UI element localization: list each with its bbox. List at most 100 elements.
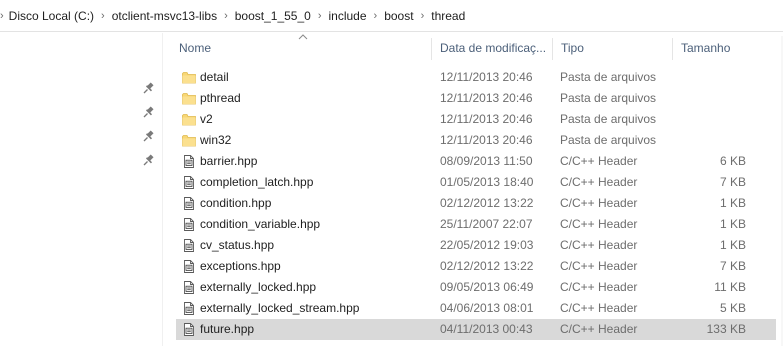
file-date: 12/11/2013 20:46 <box>440 133 533 147</box>
column-header-size-label: Tamanho <box>681 41 731 55</box>
file-name: externally_locked_stream.hpp <box>200 301 360 315</box>
breadcrumb-item[interactable]: include <box>329 9 367 23</box>
file-size: 1 KB <box>719 238 746 252</box>
file-date: 04/06/2013 08:01 <box>440 301 534 315</box>
file-size: 6 KB <box>719 154 746 168</box>
pin-icon[interactable] <box>143 130 155 142</box>
file-icon <box>182 197 196 210</box>
file-type: Pasta de arquivos <box>560 133 657 147</box>
file-icon <box>182 155 196 168</box>
file-name: win32 <box>200 133 232 147</box>
row-icon-cell <box>182 193 196 214</box>
row-icon-cell <box>182 214 196 235</box>
chevron-right-icon[interactable]: › <box>217 10 235 22</box>
column-header-type-label: Tipo <box>561 41 584 55</box>
file-row[interactable]: completion_latch.hpp 01/05/2013 18:40 C/C+… <box>176 172 776 193</box>
file-row[interactable]: externally_locked.hpp 09/05/2013 06:49 C/C… <box>176 277 776 298</box>
file-size: 11 KB <box>714 280 746 294</box>
address-bar[interactable]: › Disco Local (C:) › otclient-msvc13-libs › b… <box>0 0 783 32</box>
folder-icon <box>182 113 196 126</box>
breadcrumb-item[interactable]: otclient-msvc13-libs <box>112 9 217 23</box>
navigation-pane[interactable] <box>0 33 162 346</box>
file-type: Pasta de arquivos <box>560 112 657 126</box>
row-icon-cell <box>182 88 196 109</box>
file-name: pthread <box>200 91 241 105</box>
file-type: C/C++ Header <box>560 217 638 231</box>
pane-divider[interactable] <box>162 33 163 346</box>
file-size: 133 KB <box>706 322 746 336</box>
file-name: condition_variable.hpp <box>200 217 321 231</box>
breadcrumb-item[interactable]: Disco Local (C:) <box>9 9 94 23</box>
row-icon-cell <box>182 319 196 340</box>
file-date: 02/12/2012 13:22 <box>440 259 534 273</box>
file-type: C/C++ Header <box>560 154 638 168</box>
file-type: Pasta de arquivos <box>560 91 657 105</box>
file-icon <box>182 281 196 294</box>
file-type: C/C++ Header <box>560 175 638 189</box>
column-header-type[interactable]: Tipo <box>552 36 671 60</box>
breadcrumb: › Disco Local (C:) › otclient-msvc13-libs › b… <box>0 0 465 32</box>
file-date: 01/05/2013 18:40 <box>440 175 534 189</box>
chevron-right-icon[interactable]: › <box>0 10 9 22</box>
column-header-size[interactable]: Tamanho <box>672 36 772 60</box>
breadcrumb-item[interactable]: thread <box>431 9 465 23</box>
sort-ascending-icon <box>298 34 308 40</box>
file-type: C/C++ Header <box>560 238 638 252</box>
file-type: Pasta de arquivos <box>560 70 657 84</box>
chevron-right-icon[interactable]: › <box>367 10 385 22</box>
row-icon-cell <box>182 67 196 88</box>
file-icon <box>182 218 196 231</box>
folder-row[interactable]: detail 12/11/2013 20:46 Pasta de arquivos <box>176 67 776 88</box>
file-name: completion_latch.hpp <box>200 175 314 189</box>
chevron-right-icon[interactable]: › <box>94 10 112 22</box>
chevron-right-icon[interactable]: › <box>414 10 432 22</box>
file-date: 12/11/2013 20:46 <box>440 70 533 84</box>
file-size <box>676 88 746 109</box>
file-name: cv_status.hpp <box>200 238 275 252</box>
row-icon-cell <box>182 130 196 151</box>
file-row[interactable]: condition.hpp 02/12/2012 13:22 C/C++ Heade… <box>176 193 776 214</box>
row-icon-cell <box>182 172 196 193</box>
pin-icon[interactable] <box>143 82 155 94</box>
file-size: 1 KB <box>719 217 746 231</box>
breadcrumb-item[interactable]: boost_1_55_0 <box>235 9 311 23</box>
file-size: 5 KB <box>719 301 746 315</box>
file-date: 08/09/2013 11:50 <box>440 154 533 168</box>
file-type: C/C++ Header <box>560 259 638 273</box>
column-header-date-label: Data de modificaç... <box>440 41 547 55</box>
file-size <box>676 67 746 88</box>
file-type: C/C++ Header <box>560 280 638 294</box>
file-row[interactable]: condition_variable.hpp 25/11/2007 22:07 C/… <box>176 214 776 235</box>
folder-icon <box>182 92 196 105</box>
file-row[interactable]: cv_status.hpp 22/05/2012 19:03 C/C++ Heade… <box>176 235 776 256</box>
file-name: detail <box>200 70 229 84</box>
row-icon-cell <box>182 277 196 298</box>
folder-row[interactable]: pthread 12/11/2013 20:46 Pasta de arquivos <box>176 88 776 109</box>
file-row[interactable]: barrier.hpp 08/09/2013 11:50 C/C++ Header 6… <box>176 151 776 172</box>
pin-icon[interactable] <box>143 154 155 166</box>
file-icon <box>182 239 196 252</box>
chevron-right-icon[interactable]: › <box>311 10 329 22</box>
folder-row[interactable]: v2 12/11/2013 20:46 Pasta de arquivos <box>176 109 776 130</box>
file-name: condition.hpp <box>200 196 272 210</box>
row-icon-cell <box>182 109 196 130</box>
file-name: barrier.hpp <box>200 154 258 168</box>
pin-icon[interactable] <box>143 106 155 118</box>
breadcrumb-item[interactable]: boost <box>384 9 413 23</box>
file-date: 22/05/2012 19:03 <box>440 238 534 252</box>
file-type: C/C++ Header <box>560 322 638 336</box>
file-size <box>676 130 746 151</box>
column-header-date[interactable]: Data de modificaç... <box>431 36 551 60</box>
row-icon-cell <box>182 151 196 172</box>
file-icon <box>182 176 196 189</box>
folder-row[interactable]: win32 12/11/2013 20:46 Pasta de arquivos <box>176 130 776 151</box>
file-icon <box>182 260 196 273</box>
file-row[interactable]: future.hpp 04/11/2013 00:43 C/C++ Header 13… <box>176 319 776 340</box>
file-size <box>676 109 746 130</box>
file-row[interactable]: exceptions.hpp 02/12/2012 13:22 C/C++ Head… <box>176 256 776 277</box>
file-date: 09/05/2013 06:49 <box>440 280 534 294</box>
file-size: 1 KB <box>719 196 746 210</box>
file-row[interactable]: externally_locked_stream.hpp 04/06/2013 0… <box>176 298 776 319</box>
file-size: 7 KB <box>719 175 746 189</box>
row-icon-cell <box>182 256 196 277</box>
